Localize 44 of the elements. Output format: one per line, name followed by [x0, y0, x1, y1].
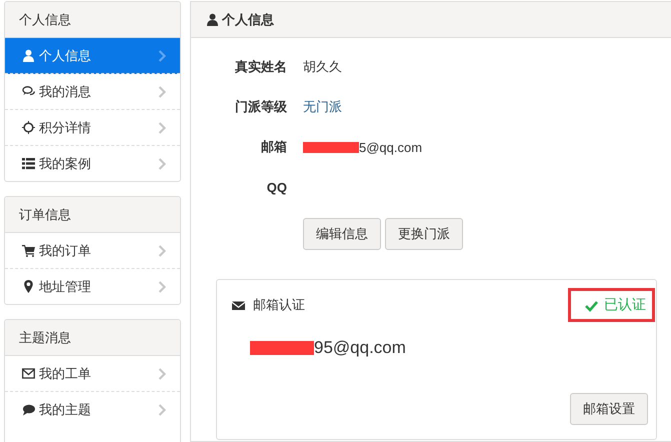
field-label: 真实姓名	[234, 58, 287, 76]
field-label: 门派等级	[234, 98, 287, 116]
map-pin-icon	[22, 280, 35, 293]
user-icon	[206, 13, 219, 26]
menu-item[interactable]: 我的工单	[5, 356, 180, 392]
menu-heading: 个人信息	[5, 2, 180, 38]
envelope-icon	[232, 298, 245, 312]
check-icon	[585, 298, 598, 312]
menu-heading: 订单信息	[5, 197, 180, 233]
menu-item[interactable]: 个人信息	[5, 38, 180, 74]
field-value: 胡久久	[303, 58, 342, 76]
chevron-right-icon	[158, 122, 166, 134]
menu-item[interactable]: 积分详情	[5, 110, 180, 146]
field-label: QQ	[266, 180, 287, 194]
verified-status: 已认证	[568, 288, 655, 322]
menu-heading: 主题消息	[5, 320, 180, 356]
chevron-right-icon	[158, 280, 166, 292]
action-button[interactable]: 更换门派	[385, 218, 463, 250]
panel-title: 个人信息	[222, 10, 274, 28]
chevron-right-icon	[158, 244, 166, 256]
chevron-right-icon	[158, 86, 166, 98]
card-title: 邮箱认证	[253, 296, 305, 314]
menu-item[interactable]: 我的主题	[5, 392, 180, 427]
field-label: 邮箱	[260, 138, 287, 156]
list-icon	[22, 157, 35, 170]
email-settings-button[interactable]: 邮箱设置	[570, 393, 648, 425]
chevron-right-icon	[158, 158, 166, 170]
cart-icon	[22, 244, 35, 257]
menu-item[interactable]: 我的订单	[5, 233, 180, 269]
field-value: 5@qq.com	[359, 140, 422, 154]
speech-bubble-icon	[22, 403, 35, 416]
chevron-right-icon	[158, 404, 166, 416]
email-address: 95@qq.com	[314, 338, 406, 358]
gear-icon	[22, 121, 35, 134]
field-link[interactable]: 无门派	[303, 98, 342, 116]
action-button[interactable]: 编辑信息	[303, 218, 381, 250]
menu-item[interactable]: 我的消息	[5, 74, 180, 110]
chat-bubbles-icon	[22, 85, 35, 98]
menu-item[interactable]: 我的案例	[5, 146, 180, 181]
chevron-right-icon	[158, 368, 166, 380]
menu-item[interactable]: 地址管理	[5, 269, 180, 304]
user-icon	[22, 49, 35, 62]
chevron-right-icon	[158, 50, 166, 62]
envelope-icon	[22, 367, 35, 380]
